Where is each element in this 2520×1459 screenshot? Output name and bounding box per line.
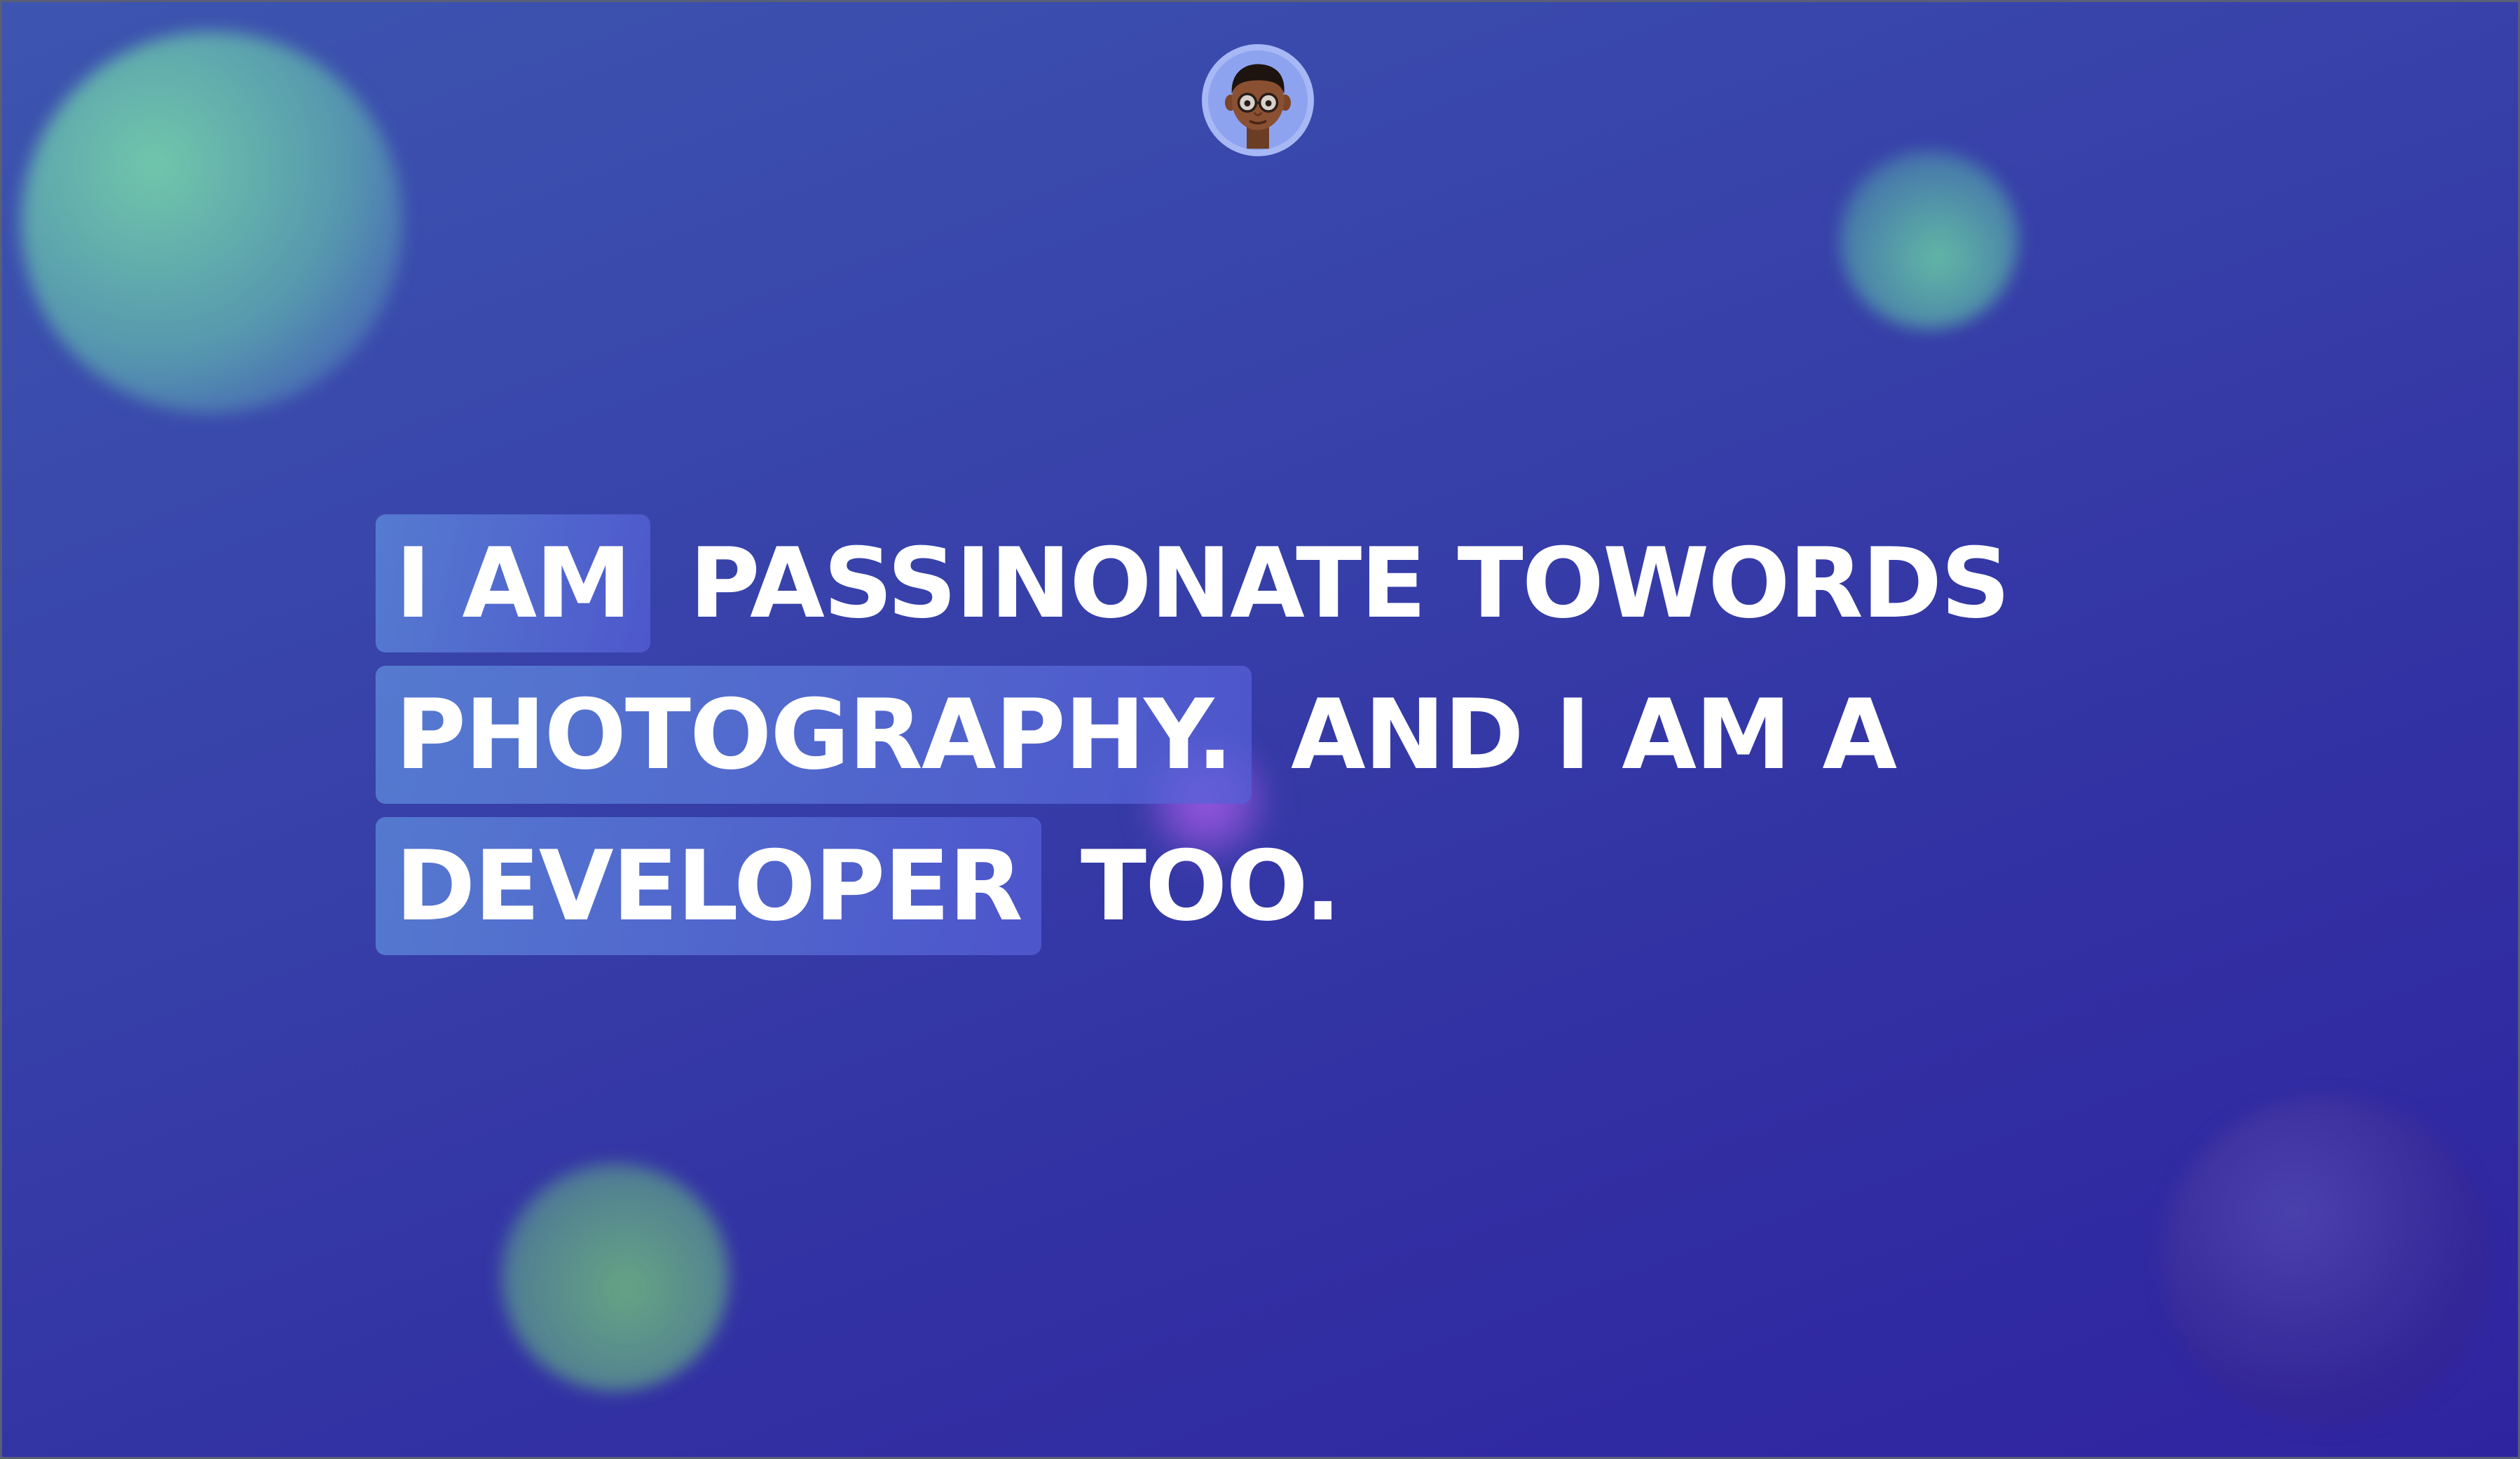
headline-text-and-i-am-a: AND I AM A — [1290, 678, 1897, 791]
hero-headline: I AM PASSINONATE TOWORDS PHOTOGRAPHY. AN… — [376, 508, 2156, 962]
headline-line-2: PHOTOGRAPHY. AND I AM A — [376, 659, 2156, 811]
headline-line-1: I AM PASSINONATE TOWORDS — [376, 508, 2156, 659]
profile-avatar[interactable] — [1202, 44, 1314, 156]
decorative-green-blob-bottom-left — [501, 1163, 729, 1391]
memoji-avatar-icon — [1208, 50, 1308, 150]
decorative-purple-blob-bottom-right — [2162, 1097, 2491, 1426]
headline-text-too: TOO. — [1080, 830, 1341, 943]
headline-highlight-developer: DEVELOPER — [376, 817, 1041, 955]
headline-highlight-i-am: I AM — [376, 514, 650, 652]
headline-highlight-photography: PHOTOGRAPHY. — [376, 666, 1252, 804]
decorative-green-blob-top-left — [21, 32, 403, 413]
decorative-green-blob-top-right — [1840, 151, 2018, 329]
headline-text-passionate: PASSINONATE TOWORDS — [689, 527, 2011, 640]
headline-line-3: DEVELOPER TOO. — [376, 811, 2156, 962]
